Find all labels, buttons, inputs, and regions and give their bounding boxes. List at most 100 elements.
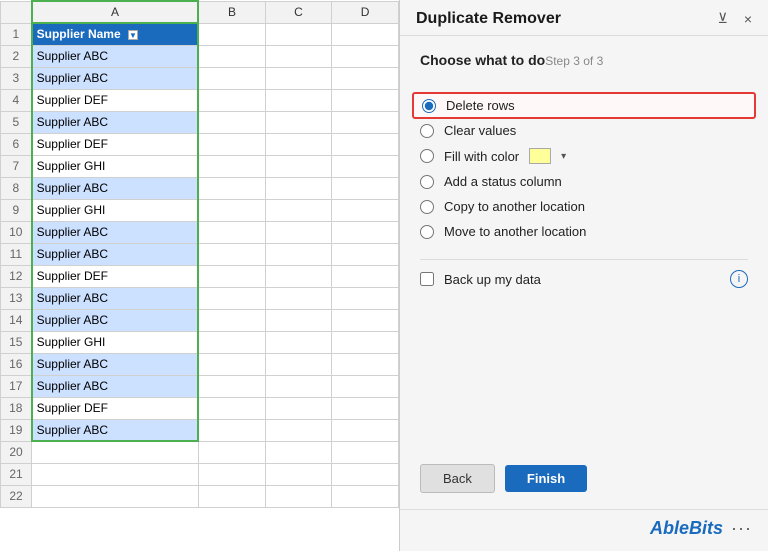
- cell-a: Supplier ABC: [32, 111, 199, 133]
- col-header-a[interactable]: A: [32, 1, 199, 23]
- table-row: 14Supplier ABC: [1, 309, 399, 331]
- row-num: 6: [1, 133, 32, 155]
- col-header-c[interactable]: C: [265, 1, 332, 23]
- cell-a: Supplier ABC: [32, 243, 199, 265]
- table-row: 5Supplier ABC: [1, 111, 399, 133]
- row-num: 1: [1, 23, 32, 45]
- cell-a: Supplier GHI: [32, 155, 199, 177]
- section-title: Choose what to do: [420, 52, 545, 68]
- row-num: 13: [1, 287, 32, 309]
- cell-a: Supplier ABC: [32, 375, 199, 397]
- table-row: 15Supplier GHI: [1, 331, 399, 353]
- option-copy-location[interactable]: Copy to another location: [420, 199, 748, 214]
- row-num: 19: [1, 419, 32, 441]
- more-options-icon[interactable]: ···: [731, 518, 752, 539]
- radio-move-location[interactable]: [420, 225, 434, 239]
- row-num: 5: [1, 111, 32, 133]
- cell-a: Supplier ABC: [32, 177, 199, 199]
- finish-button[interactable]: Finish: [505, 465, 587, 492]
- label-move-location: Move to another location: [444, 224, 586, 239]
- cell-a: Supplier ABC: [32, 67, 199, 89]
- radio-add-status[interactable]: [420, 175, 434, 189]
- row-num: 10: [1, 221, 32, 243]
- close-button[interactable]: ×: [740, 9, 756, 29]
- cell-a: Supplier GHI: [32, 199, 199, 221]
- color-swatch[interactable]: [529, 148, 551, 164]
- pin-button[interactable]: ⊻: [714, 8, 732, 29]
- label-fill-color: Fill with color: [444, 149, 519, 164]
- panel-content: Choose what to do Step 3 of 3 Delete row…: [400, 36, 768, 454]
- table-row: 11Supplier ABC: [1, 243, 399, 265]
- cell-a: Supplier DEF: [32, 397, 199, 419]
- label-copy-location: Copy to another location: [444, 199, 585, 214]
- row-num: 18: [1, 397, 32, 419]
- table-row: 12Supplier DEF: [1, 265, 399, 287]
- row-num: 21: [1, 463, 32, 485]
- backup-row: Back up my data i: [420, 270, 748, 288]
- table-row: 6Supplier DEF: [1, 133, 399, 155]
- cell-a: Supplier GHI: [32, 331, 199, 353]
- cell-a: Supplier ABC: [32, 221, 199, 243]
- divider: [420, 259, 748, 260]
- option-fill-color[interactable]: Fill with color ▾: [420, 148, 748, 164]
- table-row: 3Supplier ABC: [1, 67, 399, 89]
- cell-a: Supplier ABC: [32, 419, 199, 441]
- spreadsheet-panel: A B C D 1 Supplier Name ▼ 2Supplier ABC3…: [0, 0, 400, 551]
- cell-a: Supplier ABC: [32, 309, 199, 331]
- sheet-table: A B C D 1 Supplier Name ▼ 2Supplier ABC3…: [0, 0, 399, 508]
- table-row: 7Supplier GHI: [1, 155, 399, 177]
- header-label: Supplier Name: [37, 27, 121, 41]
- backup-label: Back up my data: [444, 272, 541, 287]
- option-move-location[interactable]: Move to another location: [420, 224, 748, 239]
- corner-cell: [1, 1, 32, 23]
- back-button[interactable]: Back: [420, 464, 495, 493]
- cell-a: Supplier ABC: [32, 353, 199, 375]
- cell-a: Supplier DEF: [32, 265, 199, 287]
- panel-header-icons: ⊻ ×: [714, 8, 756, 29]
- table-row: 22: [1, 485, 399, 507]
- panel-title: Duplicate Remover: [416, 10, 561, 28]
- table-row: 21: [1, 463, 399, 485]
- row-num: 2: [1, 45, 32, 67]
- option-add-status[interactable]: Add a status column: [420, 174, 748, 189]
- row-num: 12: [1, 265, 32, 287]
- table-row: 2Supplier ABC: [1, 45, 399, 67]
- col-header-d[interactable]: D: [332, 1, 399, 23]
- radio-fill-color[interactable]: [420, 149, 434, 163]
- row-num: 7: [1, 155, 32, 177]
- row-num: 15: [1, 331, 32, 353]
- cell-a: Supplier ABC: [32, 45, 199, 67]
- option-clear-values[interactable]: Clear values: [420, 123, 748, 138]
- table-row: 18Supplier DEF: [1, 397, 399, 419]
- table-row: 10Supplier ABC: [1, 221, 399, 243]
- backup-checkbox[interactable]: [420, 272, 434, 286]
- option-delete-rows[interactable]: Delete rows: [412, 92, 756, 119]
- brand-name: AbleBits: [650, 518, 723, 539]
- table-row: 16Supplier ABC: [1, 353, 399, 375]
- row-num: 14: [1, 309, 32, 331]
- radio-copy-location[interactable]: [420, 200, 434, 214]
- table-row: 17Supplier ABC: [1, 375, 399, 397]
- row-num: 22: [1, 485, 32, 507]
- col-header-b[interactable]: B: [198, 1, 265, 23]
- options-list: Delete rows Clear values Fill with color…: [420, 98, 748, 239]
- header-cell[interactable]: Supplier Name ▼: [32, 23, 199, 45]
- table-row: 20: [1, 441, 399, 463]
- cell-a: Supplier DEF: [32, 89, 199, 111]
- cell-a: Supplier DEF: [32, 133, 199, 155]
- duplicate-remover-panel: Duplicate Remover ⊻ × Choose what to do …: [400, 0, 768, 551]
- row-num: 4: [1, 89, 32, 111]
- radio-clear-values[interactable]: [420, 124, 434, 138]
- color-dropdown-arrow[interactable]: ▾: [561, 151, 566, 162]
- radio-delete-rows[interactable]: [422, 99, 436, 113]
- step-label: Step 3 of 3: [545, 54, 603, 68]
- table-row: 9Supplier GHI: [1, 199, 399, 221]
- filter-icon[interactable]: ▼: [128, 30, 138, 40]
- table-row: 19Supplier ABC: [1, 419, 399, 441]
- label-clear-values: Clear values: [444, 123, 516, 138]
- table-row: 4Supplier DEF: [1, 89, 399, 111]
- row-num: 20: [1, 441, 32, 463]
- panel-footer: Back Finish: [400, 454, 768, 509]
- info-icon[interactable]: i: [730, 270, 748, 288]
- table-row: 13Supplier ABC: [1, 287, 399, 309]
